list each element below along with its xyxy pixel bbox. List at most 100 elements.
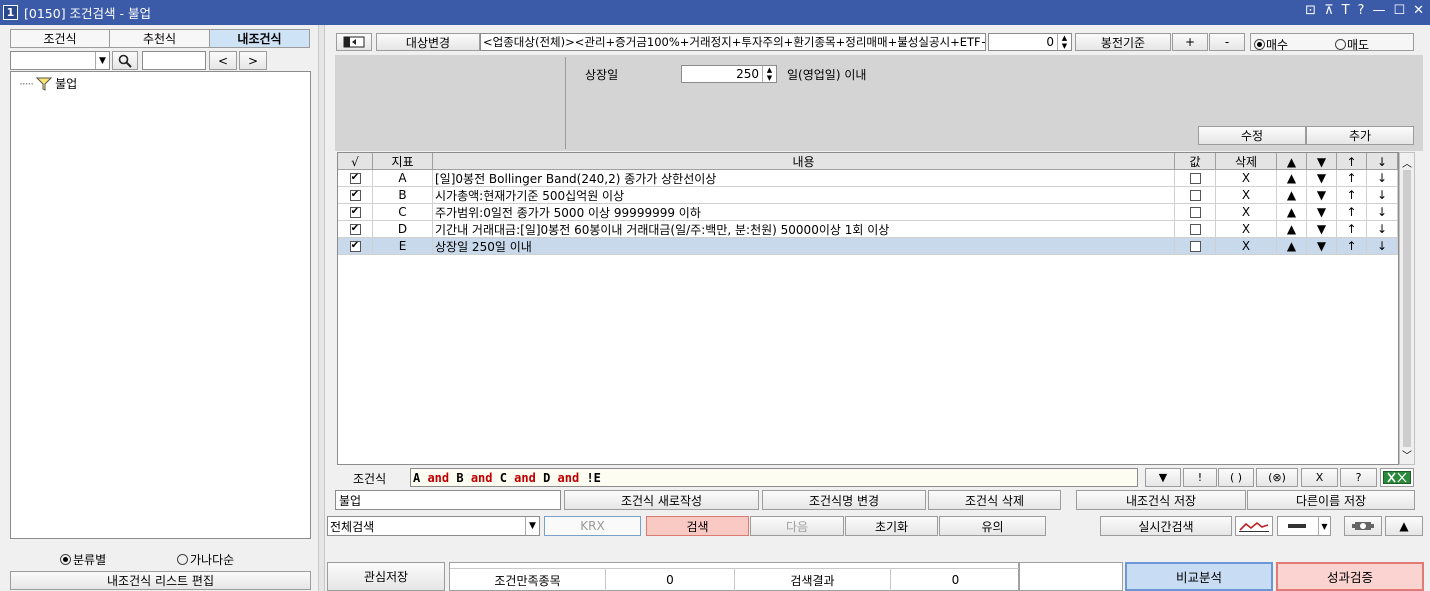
new-condition-button[interactable]: 조건식 새로작성 [564, 490, 759, 510]
table-row[interactable]: C주가범위:0일전 종가가 5000 이상 99999999 이하 X▲▼↑↓ [338, 204, 1398, 221]
move-down-icon[interactable]: ↓ [1367, 221, 1398, 237]
category-select[interactable]: ▼ [10, 51, 110, 70]
move-top-icon[interactable]: ▲ [1277, 204, 1307, 220]
search-scope-select[interactable]: 전체검색 ▼ [327, 516, 540, 536]
target-change-button[interactable]: 대상변경 [376, 33, 480, 51]
spinner-icon[interactable]: ▲ ▼ [762, 66, 776, 82]
save-interest-button[interactable]: 관심저장 [327, 562, 445, 591]
move-down-icon[interactable]: ↓ [1367, 204, 1398, 220]
radio-alphabetical[interactable]: 가나다순 [177, 551, 234, 568]
row-check-cell[interactable] [338, 187, 373, 203]
row-check-cell[interactable] [338, 170, 373, 186]
row-checkbox[interactable] [349, 189, 361, 201]
save-as-button[interactable]: 다른이름 저장 [1247, 490, 1415, 510]
move-up-icon[interactable]: ↑ [1337, 170, 1367, 186]
formula-input[interactable]: A and B and C and D and !E [410, 468, 1138, 487]
next-button[interactable]: > [239, 51, 267, 70]
row-check-cell[interactable] [338, 204, 373, 220]
move-top-icon[interactable]: ▲ [1277, 221, 1307, 237]
formula-dropdown-button[interactable]: ▼ [1145, 468, 1181, 487]
scroll-down-icon[interactable]: ﹀ [1402, 447, 1412, 462]
row-checkbox[interactable] [349, 172, 361, 184]
tree-item[interactable]: ····· 불업 [19, 75, 77, 92]
move-bottom-icon[interactable]: ▼ [1307, 170, 1337, 186]
prev-button[interactable]: < [209, 51, 237, 70]
search-button[interactable] [112, 51, 138, 70]
move-bottom-icon[interactable]: ▼ [1307, 187, 1337, 203]
grid-scrollbar[interactable]: ︿ ﹀ [1399, 152, 1415, 465]
move-up-icon[interactable]: ↑ [1337, 187, 1367, 203]
toggle-panel-button[interactable] [336, 33, 372, 51]
formula-help-button[interactable]: ? [1340, 468, 1377, 487]
move-down-icon[interactable]: ↓ [1367, 238, 1398, 254]
realtime-search-button[interactable]: 실시간검색 [1100, 516, 1232, 536]
row-delete-button[interactable]: X [1216, 221, 1277, 237]
krx-button[interactable]: KRX [544, 516, 641, 536]
close-icon[interactable]: ✕ [1413, 3, 1424, 18]
scroll-up-icon[interactable]: ︿ [1402, 155, 1412, 170]
scroll-thumb[interactable] [1403, 170, 1411, 447]
value-checkbox[interactable] [1189, 223, 1201, 235]
collapse-button[interactable]: ▲ [1385, 516, 1423, 536]
value-checkbox[interactable] [1189, 172, 1201, 184]
pin-icon[interactable]: ⊼ [1324, 3, 1334, 18]
chart-button[interactable] [1235, 516, 1273, 536]
splitter[interactable] [318, 25, 325, 591]
row-delete-button[interactable]: X [1216, 170, 1277, 186]
excel-button[interactable] [1380, 468, 1414, 487]
bong-base-button[interactable]: 봉전기준 [1075, 33, 1171, 51]
add-button[interactable]: 추가 [1306, 126, 1414, 145]
save-condition-button[interactable]: 내조건식 저장 [1076, 490, 1246, 510]
radio-buy[interactable]: 매수 [1254, 36, 1288, 53]
value-checkbox[interactable] [1189, 189, 1201, 201]
tab-my-condition[interactable]: 내조건식 [209, 29, 310, 48]
value-checkbox[interactable] [1189, 206, 1201, 218]
move-bottom-icon[interactable]: ▼ [1307, 204, 1337, 220]
move-up-icon[interactable]: ↑ [1337, 238, 1367, 254]
row-check-cell[interactable] [338, 221, 373, 237]
move-top-icon[interactable]: ▲ [1277, 187, 1307, 203]
move-bottom-icon[interactable]: ▼ [1307, 238, 1337, 254]
bong-number-stepper[interactable]: 0 ▲ ▼ [988, 33, 1072, 51]
minimize-icon[interactable]: — [1372, 3, 1385, 18]
move-top-icon[interactable]: ▲ [1277, 238, 1307, 254]
table-row[interactable]: D기간내 거래대금:[일]0봉전 60봉이내 거래대금(일/주:백만, 분:천원… [338, 221, 1398, 238]
help-icon[interactable]: ? [1358, 3, 1365, 18]
listing-days-stepper[interactable]: 250 ▲ ▼ [681, 65, 777, 83]
row-value-cell[interactable] [1175, 187, 1216, 203]
rename-condition-button[interactable]: 조건식명 변경 [762, 490, 926, 510]
move-up-icon[interactable]: ↑ [1337, 204, 1367, 220]
row-delete-button[interactable]: X [1216, 187, 1277, 203]
line-style-select[interactable]: ▼ [1277, 516, 1331, 536]
table-row[interactable]: A[일]0봉전 Bollinger Band(240,2) 종가가 상한선이상 X… [338, 170, 1398, 187]
settings-button[interactable] [1344, 516, 1382, 536]
row-delete-button[interactable]: X [1216, 238, 1277, 254]
move-top-icon[interactable]: ▲ [1277, 170, 1307, 186]
move-bottom-icon[interactable]: ▼ [1307, 221, 1337, 237]
row-value-cell[interactable] [1175, 170, 1216, 186]
target-text-field[interactable]: <업종대상(전체)><관리+증거금100%+거래정지+투자주의+환기종목+정리매… [480, 33, 986, 51]
remove-paren-button[interactable]: (⊗) [1256, 468, 1298, 487]
not-button[interactable]: ! [1183, 468, 1217, 487]
maximize-icon[interactable]: ☐ [1393, 3, 1405, 18]
row-check-cell[interactable] [338, 238, 373, 254]
row-delete-button[interactable]: X [1216, 204, 1277, 220]
delete-condition-button[interactable]: 조건식 삭제 [928, 490, 1061, 510]
radio-sell[interactable]: 매도 [1335, 36, 1369, 53]
clear-button[interactable]: X [1301, 468, 1338, 487]
edit-list-button[interactable]: 내조건식 리스트 편집 [10, 571, 311, 590]
condition-name-input[interactable]: 불업 [335, 490, 561, 510]
search-input[interactable] [142, 51, 206, 70]
move-down-icon[interactable]: ↓ [1367, 170, 1398, 186]
minus-button[interactable]: - [1209, 33, 1245, 51]
table-row[interactable]: E상장일 250일 이내 X▲▼↑↓ [338, 238, 1398, 255]
table-row[interactable]: B시가총액:현재가기준 500십억원 이상 X▲▼↑↓ [338, 187, 1398, 204]
search-run-button[interactable]: 검색 [646, 516, 749, 536]
move-up-icon[interactable]: ↑ [1337, 221, 1367, 237]
row-checkbox[interactable] [349, 223, 361, 235]
edit-button[interactable]: 수정 [1198, 126, 1306, 145]
paren-button[interactable]: ( ) [1218, 468, 1254, 487]
tab-condition[interactable]: 조건식 [10, 29, 110, 48]
compare-analysis-button[interactable]: 비교분석 [1125, 562, 1273, 591]
row-checkbox[interactable] [349, 206, 361, 218]
